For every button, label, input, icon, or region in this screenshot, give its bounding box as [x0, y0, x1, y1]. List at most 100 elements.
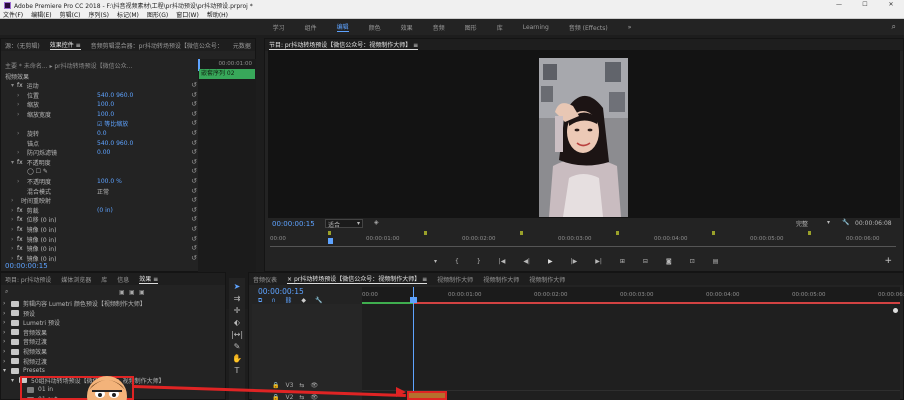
tab-media-browser[interactable]: 媒体浏览器 — [61, 275, 91, 284]
step-back-button[interactable]: ◀| — [523, 258, 530, 265]
play-button[interactable]: ▶ — [548, 258, 553, 265]
filter-yuv-icon[interactable]: ▣ — [139, 289, 145, 296]
list-item[interactable]: › 剪辑内容 Lumetri 颜色预设【视频制作大师】 — [3, 299, 146, 308]
tab-audio-clip-mixer[interactable]: 音频剪辑混合器：pr抖动转场预设【微信公众号： — [91, 41, 223, 50]
list-item[interactable]: › 视频过渡 — [3, 357, 47, 366]
menu-help[interactable]: 帮助(H) — [207, 10, 228, 19]
fx-badge-icon[interactable]: fx — [17, 236, 23, 243]
fx-badge-icon[interactable]: fx — [17, 226, 23, 233]
export-frame-camera-icon[interactable]: ◙ — [666, 258, 672, 265]
tab-program[interactable]: 节目: pr抖动转场预设【微信公众号：视频制作大师】 ≡ — [269, 40, 419, 50]
twirl-chevron-icon[interactable]: › — [17, 178, 23, 185]
nested-sequence-clip[interactable]: 嵌套序列 02 — [199, 69, 255, 79]
effects-search-bar[interactable]: ⌕ ▣ ▣ ▣ — [5, 287, 223, 297]
effect-property-row[interactable]: › 缩放 100.0 — [1, 100, 114, 109]
reset-parameter-icon[interactable]: ↺ — [191, 148, 197, 156]
twirl-chevron-icon[interactable]: › — [17, 149, 23, 156]
effect-property-value[interactable]: (0 in) — [97, 207, 113, 214]
effect-property-row[interactable]: ◯ ☐ ✎ — [1, 167, 48, 176]
tab-sequence[interactable]: × pr抖动转场预设【微信公众号：视频制作大师】 ≡ — [287, 274, 428, 284]
twirl-chevron-icon[interactable]: ▾ — [3, 367, 11, 374]
tab-info[interactable]: 信息 — [117, 275, 129, 284]
wrench-icon[interactable]: 🔧 — [842, 219, 849, 226]
effect-property-row[interactable]: ▾ fx 运动 — [1, 81, 39, 90]
twirl-chevron-icon[interactable]: › — [3, 329, 11, 336]
tab-effects[interactable]: 效果 ≡ — [139, 274, 159, 284]
menu-clip[interactable]: 剪辑(C) — [60, 10, 81, 19]
search-icon[interactable]: ⌕ — [892, 22, 896, 32]
fx-badge-icon[interactable]: fx — [17, 255, 23, 262]
effect-property-row[interactable]: › 旋转 0.0 — [1, 129, 107, 138]
tab-source[interactable]: 源：(无剪辑) — [5, 41, 40, 50]
razor-tool-icon[interactable]: ⬖ — [234, 318, 240, 327]
tab-metadata[interactable]: 元数据 — [233, 41, 251, 50]
fx-badge-icon[interactable]: fx — [17, 245, 23, 252]
menu-markers[interactable]: 标记(M) — [117, 10, 139, 19]
menu-file[interactable]: 文件(F) — [3, 10, 23, 19]
fx-badge-icon[interactable]: fx — [17, 207, 23, 214]
video-frame[interactable] — [539, 58, 628, 217]
reset-parameter-icon[interactable]: ↺ — [191, 158, 197, 166]
reset-parameter-icon[interactable]: ↺ — [191, 244, 197, 252]
effect-property-value[interactable]: 0.0 — [97, 130, 107, 137]
comparison-view-button[interactable]: ⊡ — [690, 258, 695, 265]
effect-property-row[interactable]: ▾ fx 不透明度 — [1, 158, 51, 167]
menu-sequence[interactable]: 序列(S) — [89, 10, 110, 19]
settings-marker-icon[interactable]: ◈ — [374, 219, 379, 226]
slip-tool-icon[interactable]: |↔| — [231, 330, 243, 339]
workspace-learn[interactable]: 学习 — [273, 23, 285, 32]
twirl-chevron-icon[interactable]: › — [3, 338, 11, 345]
reset-parameter-icon[interactable]: ↺ — [191, 177, 197, 185]
reset-parameter-icon[interactable]: ↺ — [191, 91, 197, 99]
reset-parameter-icon[interactable]: ↺ — [191, 81, 197, 89]
fx-badge-icon[interactable]: fx — [17, 82, 23, 89]
effect-property-value[interactable]: 正常 — [97, 187, 109, 196]
workspace-audio-effects[interactable]: 音频 (Effects) — [569, 23, 608, 32]
effect-property-row[interactable]: › fx 镜像 (0 in) — [1, 225, 56, 234]
filter-32bit-icon[interactable]: ▣ — [129, 289, 135, 296]
effect-property-value[interactable]: ☑ 等比缩放 — [97, 119, 128, 128]
reset-parameter-icon[interactable]: ↺ — [191, 206, 197, 214]
reset-parameter-icon[interactable]: ↺ — [191, 119, 197, 127]
reset-parameter-icon[interactable]: ↺ — [191, 196, 197, 204]
twirl-chevron-icon[interactable]: › — [11, 197, 17, 204]
add-button-icon[interactable]: + — [884, 256, 892, 266]
workspace-graphics[interactable]: 图形 — [465, 23, 477, 32]
list-item[interactable]: › 视频效果 — [3, 347, 47, 356]
sync-lock-icon[interactable]: ⇆ — [299, 394, 304, 400]
program-time-ruler[interactable]: 00:00 00:00:01:00 00:00:02:00 00:00:03:00 00… — [270, 231, 896, 248]
effect-property-row[interactable]: › fx 镜像 (0 in) — [1, 244, 56, 253]
menu-window[interactable]: 窗口(W) — [176, 10, 199, 19]
fx-badge-icon[interactable]: fx — [17, 216, 23, 223]
workspace-audio[interactable]: 音频 — [433, 23, 445, 32]
tab-sequence-2[interactable]: 视频制作大师 — [437, 275, 473, 284]
lift-button[interactable]: ⊞ — [620, 258, 625, 265]
list-item[interactable]: › 预设 — [3, 309, 35, 318]
pen-tool-icon[interactable]: ✎ — [234, 342, 241, 351]
tab-sequence-3[interactable]: 视频制作大师 — [483, 275, 519, 284]
twirl-chevron-icon[interactable]: ▾ — [11, 377, 19, 384]
step-forward-button[interactable]: |▶ — [571, 258, 578, 265]
twirl-chevron-icon[interactable]: › — [17, 111, 23, 118]
timeline-playhead-handle[interactable] — [410, 297, 417, 303]
effect-property-value[interactable]: 540.0 960.0 — [97, 140, 133, 147]
effect-property-row[interactable]: › 防闪烁滤镜 0.00 — [1, 148, 110, 157]
menu-edit[interactable]: 编辑(E) — [31, 10, 51, 19]
effect-property-row[interactable]: › 位置 540.0 960.0 — [1, 91, 133, 100]
multi-camera-button[interactable]: ▤ — [713, 258, 719, 265]
eye-icon[interactable]: 👁 — [310, 382, 318, 389]
twirl-chevron-icon[interactable]: › — [17, 130, 23, 137]
fx-badge-icon[interactable]: fx — [17, 159, 23, 166]
effect-property-row[interactable]: › 时间重映射 — [1, 196, 51, 205]
effect-property-value[interactable]: 100.0 — [97, 111, 114, 118]
twirl-chevron-icon[interactable]: › — [3, 300, 11, 307]
go-to-out-button[interactable]: ▶| — [595, 258, 602, 265]
reset-parameter-icon[interactable]: ↺ — [191, 187, 197, 195]
twirl-chevron-icon[interactable]: › — [3, 319, 11, 326]
mark-out-button[interactable]: } — [477, 258, 481, 265]
go-to-in-button[interactable]: |◀ — [499, 258, 506, 265]
effect-property-row[interactable]: › 缩放宽度 100.0 — [1, 110, 114, 119]
effect-controls-timecode[interactable]: 00:00:00:15 — [5, 262, 48, 270]
twirl-chevron-icon[interactable]: › — [3, 348, 11, 355]
workspace-editing[interactable]: 编辑 — [336, 22, 349, 32]
